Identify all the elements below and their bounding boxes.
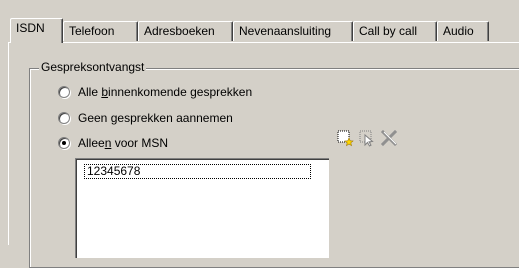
list-item[interactable]: 12345678	[84, 164, 311, 179]
radio-label-no-calls: Geen gesprekken aannemen	[78, 111, 233, 125]
radio-label-all-calls: Alle binnenkomende gesprekken	[78, 85, 253, 99]
radio-row-msn-only[interactable]: Alleen voor MSN	[58, 135, 168, 151]
radio-row-no-calls[interactable]: Geen gesprekken aannemen	[58, 110, 233, 126]
radio-msn-only[interactable]	[58, 137, 70, 149]
msn-listbox[interactable]: 12345678	[75, 158, 329, 258]
tab-nevenaansluiting[interactable]: Nevenaansluiting	[233, 21, 353, 41]
tab-audio[interactable]: Audio	[437, 21, 489, 41]
edit-item-icon	[359, 130, 374, 147]
group-title: Gespreksontvangst	[39, 60, 147, 74]
tab-call-by-call[interactable]: Call by call	[353, 21, 437, 41]
radio-all-calls[interactable]	[58, 86, 70, 98]
new-msn-button[interactable]	[335, 128, 355, 148]
delete-msn-button[interactable]	[379, 128, 399, 148]
tab-adresboeken[interactable]: Adresboeken	[138, 21, 233, 41]
radio-no-calls[interactable]	[58, 112, 70, 124]
new-item-icon	[337, 130, 354, 147]
tab-isdn[interactable]: ISDN	[10, 18, 63, 43]
edit-msn-button[interactable]	[357, 128, 377, 148]
tab-strip: ISDN Telefoon Adresboeken Nevenaansluiti…	[0, 0, 519, 43]
tab-telefoon[interactable]: Telefoon	[63, 21, 138, 41]
radio-label-msn-only: Alleen voor MSN	[78, 136, 169, 150]
delete-icon	[380, 129, 398, 147]
radio-row-all-calls[interactable]: Alle binnenkomende gesprekken	[58, 84, 252, 100]
